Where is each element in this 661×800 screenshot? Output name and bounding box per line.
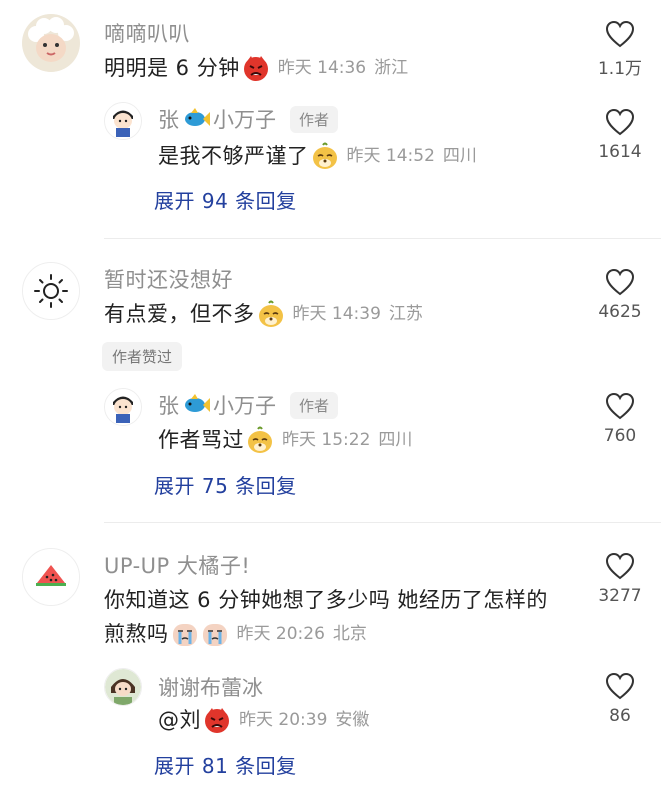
sheep-avatar[interactable] <box>22 14 80 72</box>
heart-outline-icon <box>605 672 635 700</box>
fish-icon <box>185 108 210 126</box>
watermelon-icon <box>23 549 79 605</box>
reply-time: 昨天 20:39 <box>239 710 328 730</box>
comment-username[interactable]: UP-UP 大橘子! <box>104 550 250 580</box>
comment-time: 昨天 14:39 <box>292 304 381 324</box>
reply-content: 作者骂过 昨天 15:22 四川 <box>158 424 412 456</box>
fish-icon <box>185 394 210 412</box>
like-button[interactable]: 86 <box>580 672 660 726</box>
like-button[interactable]: 1.1万 <box>580 20 660 79</box>
reply-location: 四川 <box>442 146 477 166</box>
sun-icon <box>23 263 79 319</box>
reply-text: @刘 <box>158 708 201 732</box>
expand-replies-link[interactable]: 展开 81 条回复 <box>154 750 297 779</box>
comment-content: 煎熬吗 昨天 20:26 北京 <box>104 618 367 650</box>
like-button[interactable]: 760 <box>580 392 660 446</box>
reply-content: 是我不够严谨了 昨天 14:52 四川 <box>158 140 477 172</box>
comment-content: 有点爱，但不多 昨天 14:39 江苏 <box>104 298 423 330</box>
crying-face-emoji <box>202 624 227 646</box>
reply-time: 昨天 15:22 <box>282 430 371 450</box>
comment-time: 昨天 20:26 <box>236 624 325 644</box>
reply-username-part: 小万子 <box>213 108 276 132</box>
reply-username-part: 张 <box>158 394 179 418</box>
reply-time: 昨天 14:52 <box>346 146 435 166</box>
comment-username[interactable]: 嘀嘀叭叭 <box>104 18 190 48</box>
dog-face-emoji <box>312 142 337 169</box>
comment-location: 浙江 <box>374 58 409 78</box>
reply-avatar[interactable] <box>104 388 142 426</box>
author-liked-tag: 作者赞过 <box>102 342 183 371</box>
reply-username[interactable]: 张 小万子 作者 <box>158 390 339 420</box>
like-button[interactable]: 4625 <box>580 268 660 322</box>
reply-avatar[interactable] <box>104 668 142 706</box>
comment-text: 煎熬吗 <box>104 622 169 646</box>
reply-avatar[interactable] <box>104 102 142 140</box>
reply-text: 是我不够严谨了 <box>158 144 309 168</box>
like-count: 3277 <box>598 586 642 606</box>
heart-outline-icon <box>605 392 635 420</box>
reply-username-part: 张 <box>158 108 179 132</box>
expand-replies-link[interactable]: 展开 75 条回复 <box>154 470 297 499</box>
heart-outline-icon <box>605 20 635 48</box>
author-tag: 作者 <box>290 391 339 419</box>
comment-location: 江苏 <box>388 304 423 324</box>
comment-text: 明明是 6 分钟 <box>104 56 240 80</box>
like-count: 86 <box>609 706 631 726</box>
like-count: 1614 <box>598 142 642 162</box>
dog-face-emoji <box>258 300 283 327</box>
like-button[interactable]: 3277 <box>580 552 660 606</box>
angry-face-emoji <box>243 56 268 81</box>
reply-location: 安徽 <box>335 710 370 730</box>
comment-text: 你知道这 6 分钟她想了多少吗 她经历了怎样的 <box>104 588 548 612</box>
like-count: 760 <box>603 426 637 446</box>
reply-location: 四川 <box>378 430 413 450</box>
like-button[interactable]: 1614 <box>580 108 660 162</box>
like-count: 4625 <box>598 302 642 322</box>
reply-text: 作者骂过 <box>158 428 244 452</box>
comment-time: 昨天 14:36 <box>277 58 367 78</box>
comment-text: 有点爱，但不多 <box>104 302 255 326</box>
reply-username-part: 小万子 <box>213 394 276 418</box>
like-count: 1.1万 <box>597 59 643 79</box>
divider <box>104 522 661 523</box>
comment-text-line: 你知道这 6 分钟她想了多少吗 她经历了怎样的 <box>104 584 548 616</box>
angry-face-emoji <box>205 708 229 733</box>
watermelon-avatar[interactable] <box>22 548 80 606</box>
crying-face-emoji <box>172 624 197 646</box>
comment-content: 明明是 6 分钟 昨天 14:36 浙江 <box>104 52 408 84</box>
heart-outline-icon <box>605 268 635 296</box>
reply-username[interactable]: 张 小万子 作者 <box>158 104 339 134</box>
dog-face-emoji <box>248 426 272 453</box>
author-tag: 作者 <box>290 105 339 133</box>
reply-username[interactable]: 谢谢布蕾冰 <box>158 672 263 702</box>
heart-outline-icon <box>605 552 635 580</box>
expand-replies-link[interactable]: 展开 94 条回复 <box>154 185 297 214</box>
sun-avatar[interactable] <box>22 262 80 320</box>
heart-outline-icon <box>605 108 635 136</box>
comment-username[interactable]: 暂时还没想好 <box>104 264 233 294</box>
reply-content: @刘 昨天 20:39 安徽 <box>158 704 369 736</box>
divider <box>104 238 661 239</box>
comment-location: 北京 <box>332 624 367 644</box>
